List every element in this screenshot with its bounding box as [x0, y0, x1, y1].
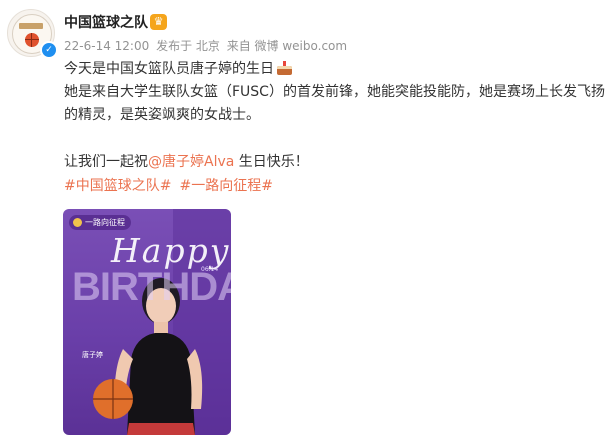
wish-suffix: 生日快乐！: [234, 154, 309, 170]
topic-link-team[interactable]: #中国篮球之队#: [64, 178, 171, 194]
post-time[interactable]: 22-6-14 12:00: [64, 39, 149, 53]
topic-link-journey[interactable]: #一路向征程#: [179, 178, 272, 194]
line1-text: 今天是中国女篮队员唐子婷的生日: [64, 61, 274, 77]
account-name[interactable]: 中国篮球之队: [64, 13, 148, 33]
wish-prefix: 让我们一起祝: [64, 154, 148, 170]
post-meta: 22-6-14 12:00 发布于 北京 来自 微博 weibo.com: [64, 37, 350, 55]
verified-badge-icon: ✓: [40, 41, 58, 59]
post-location: 发布于 北京: [156, 39, 220, 53]
post-text-line-1: 今天是中国女篮队员唐子婷的生日: [64, 58, 293, 80]
weibo-post: ✓ 中国篮球之队 ♛ 22-6-14 12:00 发布于 北京 来自 微博 we…: [0, 0, 612, 441]
campaign-tag: 一路向征程: [69, 215, 131, 230]
post-text-line-3: 的精灵，是英姿飒爽的女战士。: [64, 107, 260, 123]
topic-list: #中国篮球之队# #一路向征程#: [64, 175, 281, 197]
player-name-label: 唐子婷: [82, 351, 103, 359]
vip-crown-icon[interactable]: ♛: [150, 14, 167, 30]
birthday-poster-image[interactable]: 一路向征程 Happy BIRTHDAY 06.14 唐子婷: [63, 209, 231, 435]
birthday-date: 06.14: [201, 266, 219, 273]
post-text-line-4: 让我们一起祝@唐子婷Alva 生日快乐！: [64, 151, 309, 173]
basketball-icon: [25, 33, 39, 47]
post-source: 来自 微博 weibo.com: [226, 39, 348, 53]
cake-icon: [276, 60, 293, 75]
post-text-line-2: 她是来自大学生联队女篮（FUSC）的首发前锋，她能突能投能防，她是赛场上长发飞扬: [64, 84, 605, 100]
mention-link[interactable]: @唐子婷Alva: [148, 154, 234, 170]
